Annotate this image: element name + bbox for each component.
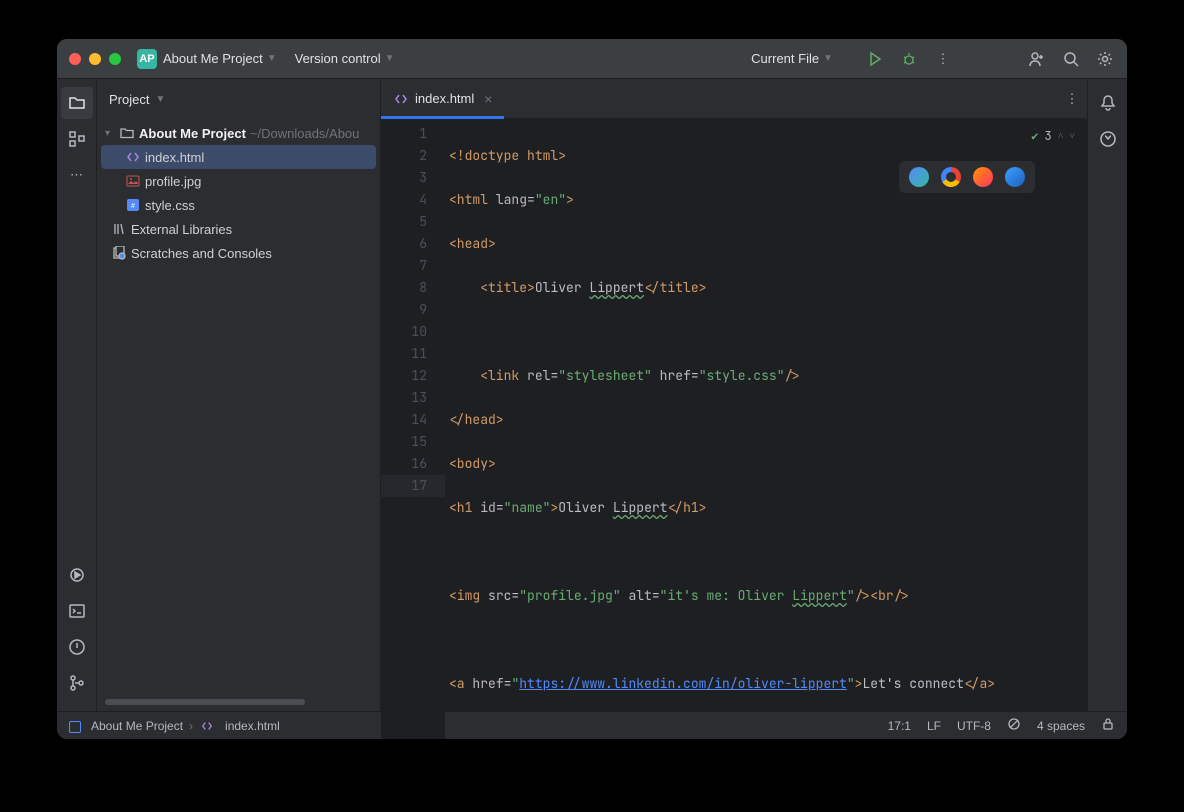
settings-icon[interactable] xyxy=(1095,49,1115,69)
project-tree: ▾ About Me Project ~/Downloads/Abou inde… xyxy=(97,119,380,695)
firefox-icon[interactable] xyxy=(973,167,993,187)
collaborate-icon[interactable] xyxy=(1027,49,1047,69)
chevron-down-icon: ▼ xyxy=(823,53,833,64)
tree-scratches[interactable]: Scratches and Consoles xyxy=(97,241,380,265)
tree-external-libs[interactable]: External Libraries xyxy=(97,217,380,241)
window-controls xyxy=(69,53,121,65)
chevron-up-icon[interactable]: ˄ xyxy=(1058,125,1064,147)
editor-area: index.html × ⋮ 1 2 3 4 5 6 7 8 9 10 xyxy=(381,79,1087,711)
folder-icon xyxy=(119,125,135,141)
breadcrumb-project: About Me Project xyxy=(91,719,183,733)
html-file-icon xyxy=(393,91,409,107)
more-tool-button[interactable]: ⋯ xyxy=(61,159,93,191)
editor-tab[interactable]: index.html × xyxy=(381,79,504,119)
panel-header[interactable]: Project ▼ xyxy=(97,79,380,119)
code-content: <!doctype html> <html lang="en"> <head> … xyxy=(445,119,1087,739)
close-window-button[interactable] xyxy=(69,53,81,65)
tree-file-name: index.html xyxy=(145,150,204,165)
search-icon[interactable] xyxy=(1061,49,1081,69)
css-file-icon: # xyxy=(125,197,141,213)
chevron-right-icon: › xyxy=(189,719,193,733)
tree-label: Scratches and Consoles xyxy=(131,246,272,261)
debug-button[interactable] xyxy=(899,49,919,69)
problems-count: 3 xyxy=(1045,125,1052,147)
left-tool-rail: ⋯ xyxy=(57,79,97,711)
project-panel: Project ▼ ▾ About Me Project ~/Downloads… xyxy=(97,79,381,711)
breadcrumb[interactable]: About Me Project › index.html xyxy=(69,718,280,734)
vcs-selector[interactable]: Version control ▼ xyxy=(295,51,395,66)
chevron-down-icon: ▼ xyxy=(267,53,277,64)
project-tool-button[interactable] xyxy=(61,87,93,119)
tree-file-name: profile.jpg xyxy=(145,174,201,189)
panel-scrollbar[interactable] xyxy=(105,699,372,707)
panel-title: Project xyxy=(109,92,149,107)
project-name: About Me Project xyxy=(163,51,263,66)
right-tool-rail xyxy=(1087,79,1127,711)
run-button[interactable] xyxy=(865,49,885,69)
tree-root-name: About Me Project xyxy=(139,126,246,141)
maximize-window-button[interactable] xyxy=(109,53,121,65)
chevron-down-icon: ▼ xyxy=(155,94,165,105)
library-icon xyxy=(111,221,127,237)
html-file-icon xyxy=(199,718,215,734)
notifications-icon[interactable] xyxy=(1092,87,1124,119)
tree-file-name: style.css xyxy=(145,198,195,213)
problems-tool-button[interactable] xyxy=(61,631,93,663)
main-body: ⋯ Project ▼ ▾ xyxy=(57,79,1127,711)
check-icon: ✔ xyxy=(1031,125,1038,147)
tree-label: External Libraries xyxy=(131,222,232,237)
close-tab-icon[interactable]: × xyxy=(484,91,492,107)
lock-icon[interactable] xyxy=(1101,717,1115,734)
scratch-icon xyxy=(111,245,127,261)
more-menu-icon[interactable]: ⋮ xyxy=(933,49,953,69)
breadcrumb-file: index.html xyxy=(225,719,280,733)
chevron-down-icon[interactable]: ˅ xyxy=(1069,125,1075,147)
chrome-icon[interactable] xyxy=(941,167,961,187)
tabs-more-icon[interactable]: ⋮ xyxy=(1057,91,1087,107)
problems-indicator[interactable]: ✔ 3 ˄ ˅ xyxy=(1031,125,1075,147)
svg-text:#: # xyxy=(131,203,135,210)
tree-file[interactable]: profile.jpg xyxy=(97,169,380,193)
git-tool-button[interactable] xyxy=(61,667,93,699)
html-file-icon xyxy=(125,149,141,165)
module-icon xyxy=(69,721,81,733)
tree-file[interactable]: # style.css xyxy=(97,193,380,217)
project-selector[interactable]: AP About Me Project ▼ xyxy=(137,49,277,69)
editor-tabs: index.html × ⋮ xyxy=(381,79,1087,119)
expand-icon: ▾ xyxy=(105,128,119,139)
tree-file[interactable]: index.html xyxy=(101,145,376,169)
image-file-icon xyxy=(125,173,141,189)
jetbrains-preview-icon[interactable] xyxy=(909,167,929,187)
gutter: 1 2 3 4 5 6 7 8 9 10 11 12 13 14 15 16 1 xyxy=(381,119,445,739)
project-badge: AP xyxy=(137,49,157,69)
vcs-label: Version control xyxy=(295,51,381,66)
terminal-tool-button[interactable] xyxy=(61,595,93,627)
titlebar: AP About Me Project ▼ Version control ▼ … xyxy=(57,39,1127,79)
code-editor[interactable]: 1 2 3 4 5 6 7 8 9 10 11 12 13 14 15 16 1 xyxy=(381,119,1087,739)
run-config-selector[interactable]: Current File ▼ xyxy=(751,51,833,66)
ide-window: AP About Me Project ▼ Version control ▼ … xyxy=(57,39,1127,739)
minimize-window-button[interactable] xyxy=(89,53,101,65)
ai-assistant-icon[interactable] xyxy=(1092,123,1124,155)
structure-tool-button[interactable] xyxy=(61,123,93,155)
safari-icon[interactable] xyxy=(1005,167,1025,187)
tree-root[interactable]: ▾ About Me Project ~/Downloads/Abou xyxy=(97,121,380,145)
services-tool-button[interactable] xyxy=(61,559,93,591)
browser-preview-bar xyxy=(899,161,1035,193)
chevron-down-icon: ▼ xyxy=(385,53,395,64)
tab-label: index.html xyxy=(415,91,474,106)
tree-root-path: ~/Downloads/Abou xyxy=(250,126,360,141)
run-config-label: Current File xyxy=(751,51,819,66)
